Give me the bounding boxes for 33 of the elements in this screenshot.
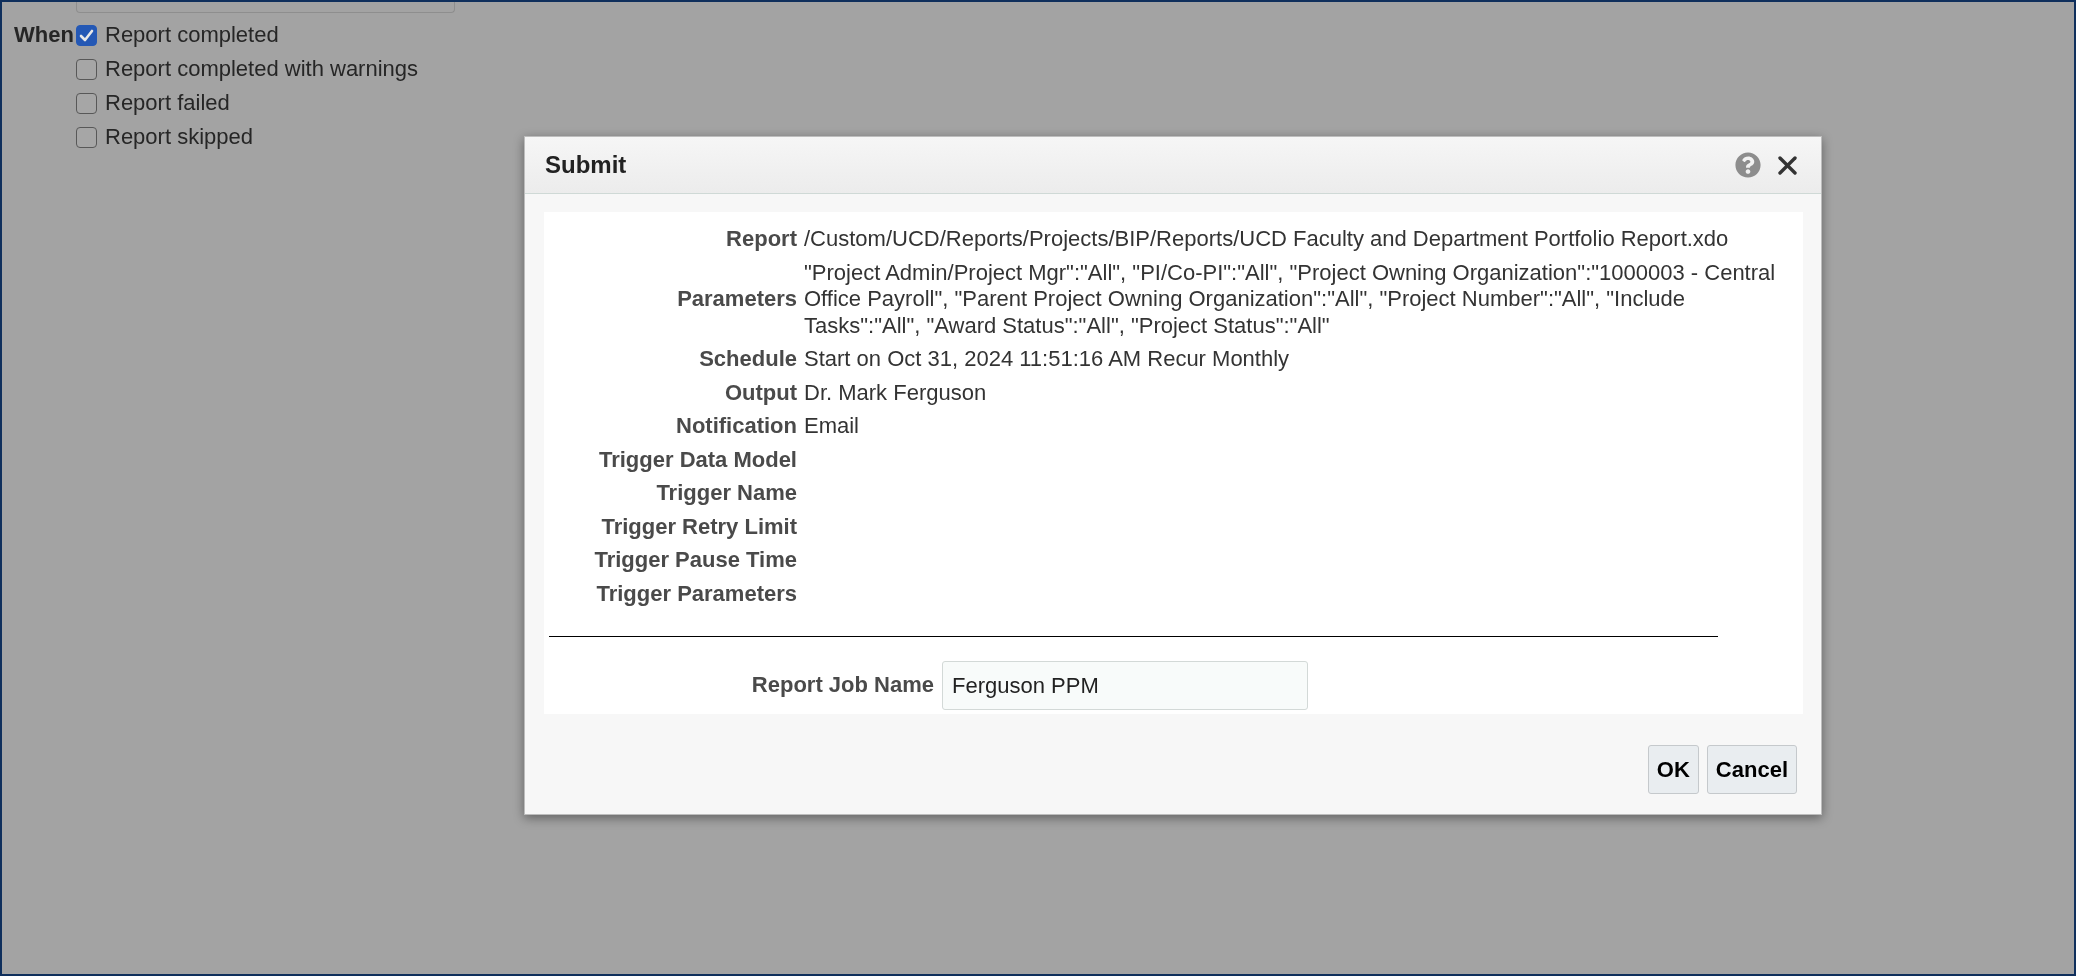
field-label: Trigger Retry Limit: [601, 513, 797, 540]
checkbox[interactable]: [76, 126, 97, 148]
field-label: Trigger Pause Time: [594, 547, 797, 574]
close-icon[interactable]: [1778, 155, 1797, 175]
cancel-button[interactable]: Cancel: [1706, 745, 1797, 794]
field-label: Trigger Name: [656, 480, 797, 507]
field-label: Trigger Parameters: [596, 580, 797, 607]
field-value: Email: [804, 413, 859, 440]
help-icon[interactable]: [1735, 152, 1761, 178]
ok-button[interactable]: OK: [1647, 745, 1699, 794]
checkbox[interactable]: [76, 58, 97, 80]
field-value: Dr. Mark Ferguson: [804, 379, 987, 406]
option-label: Report skipped: [105, 124, 253, 150]
field-label: Schedule: [699, 346, 797, 373]
when-label: When: [14, 22, 74, 48]
job-name-label: Report Job Name: [751, 672, 934, 699]
field-label: Notification: [676, 413, 797, 440]
checkbox[interactable]: [76, 24, 97, 46]
option-label: Report completed: [105, 22, 279, 48]
field-label: Output: [724, 379, 797, 406]
field-label: Trigger Data Model: [598, 446, 797, 473]
job-name-input[interactable]: Ferguson PPM: [942, 661, 1308, 710]
field-value: "Project Admin/Project Mgr":"All", "PI/Co-PI":"All", "Project Owning Organization":"1000003 - Central Office Payroll", "Parent Project Owning Organization":"All", "Project Number":"All", "Include Tasks":"All", "Award Status":"All", "Project Status":"All": [804, 259, 1777, 339]
text-field[interactable]: [76, 2, 455, 13]
checkbox[interactable]: [76, 92, 97, 114]
field-value: Start on Oct 31, 2024 11:51:16 AM Recur Monthly: [804, 346, 1290, 373]
option-label: Report completed with warnings: [105, 56, 419, 82]
option-label: Report failed: [105, 90, 230, 116]
dialog-title: Submit: [545, 151, 627, 179]
field-value: /Custom/UCD/Reports/Projects/BIP/Reports/UCD Faculty and Department Portfolio Report.xdo: [804, 226, 1729, 253]
checkmark-icon: [79, 28, 94, 42]
field-label: Parameters: [677, 286, 797, 313]
field-label: Report: [726, 226, 797, 253]
